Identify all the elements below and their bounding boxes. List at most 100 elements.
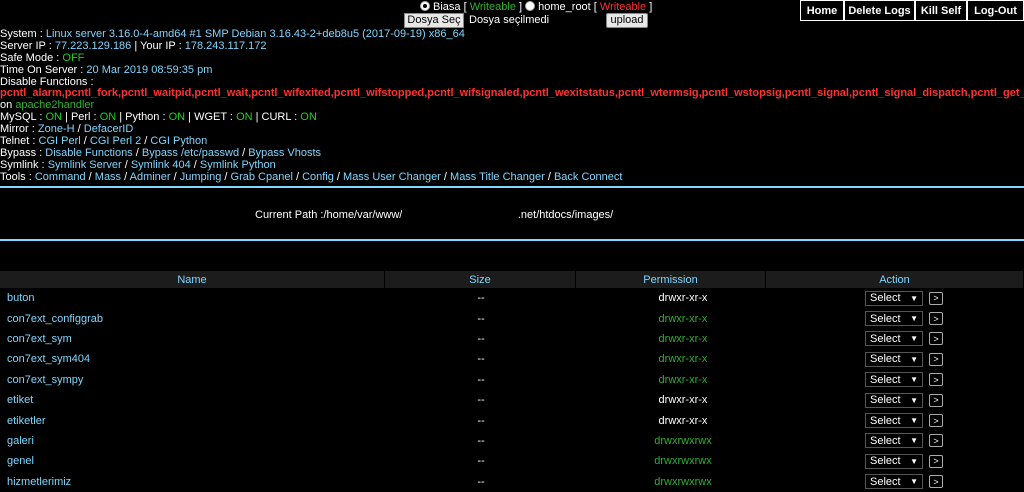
file-permission[interactable]: drwxr-xr-x	[602, 292, 764, 304]
file-name-link[interactable]: genel	[0, 455, 360, 467]
file-name-link[interactable]: etiket	[0, 394, 360, 406]
file-size: --	[477, 414, 485, 427]
file-size: --	[477, 353, 485, 366]
mirror-defacerid-link[interactable]: DefacerID	[84, 123, 134, 135]
upload-target-radios: Biasa [ Writeable ] home_root [ Writeabl…	[420, 1, 652, 13]
action-go-button[interactable]: >	[929, 332, 943, 346]
symlink-server-link[interactable]: Symlink Server	[48, 159, 122, 171]
curl-label: CURL :	[261, 111, 298, 124]
upload-button[interactable]: upload	[606, 13, 648, 28]
file-choose-button[interactable]: Dosya Seç	[404, 13, 464, 28]
file-permission[interactable]: drwxrwxrwx	[602, 476, 764, 488]
table-row: etiketler -- drwxr-xr-x Select ▼ >	[0, 410, 1024, 430]
radio-home-root[interactable]	[525, 1, 536, 11]
action-go-button[interactable]: >	[929, 312, 943, 326]
menu-delete-logs-button[interactable]: Delete Logs	[844, 0, 915, 21]
table-row: buton -- drwxr-xr-x Select ▼ >	[0, 288, 1024, 308]
action-go-button[interactable]: >	[929, 414, 943, 428]
file-permission[interactable]: drwxr-xr-x	[602, 415, 764, 427]
action-go-button[interactable]: >	[929, 475, 943, 489]
action-select-label: Select	[870, 292, 901, 305]
symlink-404-link[interactable]: Symlink 404	[131, 159, 191, 171]
file-permission[interactable]: drwxr-xr-x	[602, 313, 764, 325]
action-select[interactable]: Select ▼	[865, 290, 923, 306]
file-permission[interactable]: drwxr-xr-x	[602, 394, 764, 406]
disable-functions-list: pcntl_alarm,pcntl_fork,pcntl_waitpid,pcn…	[0, 87, 1024, 100]
telnet-cgi-perl2-link[interactable]: CGI Perl 2	[90, 135, 141, 147]
current-path-tail[interactable]: .net/htdocs/images/	[518, 209, 613, 221]
action-select-label: Select	[870, 475, 901, 488]
telnet-cgi-perl-link[interactable]: CGI Perl	[39, 135, 81, 147]
tools-line: Tools : Command / Mass / Adminer / Jumpi…	[0, 170, 623, 183]
action-go-button[interactable]: >	[929, 352, 943, 366]
chevron-down-icon: ▼	[910, 375, 918, 385]
action-go-button[interactable]: >	[929, 434, 943, 448]
symlink-python-link[interactable]: Symlink Python	[200, 159, 276, 171]
action-go-button[interactable]: >	[929, 393, 943, 407]
tool-mass-link[interactable]: Mass	[95, 171, 121, 183]
mirror-zoneh-link[interactable]: Zone-H	[38, 123, 75, 135]
action-go-button[interactable]: >	[929, 373, 943, 387]
action-select[interactable]: Select ▼	[865, 453, 923, 469]
file-permission[interactable]: drwxr-xr-x	[602, 333, 764, 345]
action-select-label: Select	[870, 455, 901, 468]
tool-adminer-link[interactable]: Adminer	[130, 171, 171, 183]
chevron-down-icon: ▼	[910, 354, 918, 364]
header-permission: Permission	[576, 271, 766, 288]
table-row: etiket -- drwxr-xr-x Select ▼ >	[0, 390, 1024, 410]
table-body: buton -- drwxr-xr-x Select ▼ > con7ext_configg…	[0, 288, 1024, 492]
file-size: --	[477, 434, 485, 447]
action-select-label: Select	[870, 414, 901, 427]
bypass-passwd-link[interactable]: Bypass /etc/passwd	[142, 147, 239, 159]
menu-logout-button[interactable]: Log-Out	[967, 0, 1024, 21]
file-permission[interactable]: drwxr-xr-x	[602, 353, 764, 365]
menu-kill-self-button[interactable]: Kill Self	[915, 0, 967, 21]
tool-mass-user-changer-link[interactable]: Mass User Changer	[343, 171, 441, 183]
tool-jumping-link[interactable]: Jumping	[180, 171, 222, 183]
file-name-link[interactable]: buton	[0, 292, 360, 304]
radio-biasa-label: Biasa	[433, 1, 461, 13]
file-name-link[interactable]: etiketler	[0, 415, 360, 427]
top-menu: Home Delete Logs Kill Self Log-Out	[800, 0, 1024, 21]
action-select[interactable]: Select ▼	[865, 311, 923, 327]
bypass-vhosts-link[interactable]: Bypass Vhosts	[248, 147, 321, 159]
file-permission[interactable]: drwxrwxrwx	[602, 435, 764, 447]
file-name-link[interactable]: con7ext_sym	[0, 333, 360, 345]
mirror-label: Mirror :	[0, 123, 35, 136]
radio-home-root-status: Writeable	[599, 1, 647, 13]
handler-value: apache2handler	[15, 99, 95, 112]
tool-back-connect-link[interactable]: Back Connect	[554, 171, 622, 183]
file-name-link[interactable]: con7ext_sym404	[0, 353, 360, 365]
action-go-button[interactable]: >	[929, 454, 943, 468]
action-select[interactable]: Select ▼	[865, 331, 923, 347]
menu-home-button[interactable]: Home	[800, 0, 844, 21]
action-go-button[interactable]: >	[929, 291, 943, 305]
action-select-label: Select	[870, 332, 901, 345]
file-name-link[interactable]: hizmetlerimiz	[0, 476, 360, 488]
radio-biasa[interactable]	[420, 1, 430, 11]
action-select[interactable]: Select ▼	[865, 392, 923, 408]
system-value: Linux server 3.16.0-4-amd64 #1 SMP Debia…	[45, 29, 465, 40]
telnet-cgi-python-link[interactable]: CGI Python	[150, 135, 207, 147]
chevron-down-icon: ▼	[910, 395, 918, 405]
tool-config-link[interactable]: Config	[302, 171, 334, 183]
tool-grab-cpanel-link[interactable]: Grab Cpanel	[231, 171, 293, 183]
file-name-link[interactable]: con7ext_configgrab	[0, 313, 360, 325]
action-select[interactable]: Select ▼	[865, 372, 923, 388]
tool-mass-title-changer-link[interactable]: Mass Title Changer	[450, 171, 545, 183]
file-name-link[interactable]: con7ext_sympy	[0, 374, 360, 386]
action-select[interactable]: Select ▼	[865, 433, 923, 449]
on-label: on	[0, 99, 13, 112]
file-action: Select ▼ >	[764, 413, 1024, 429]
action-select[interactable]: Select ▼	[865, 413, 923, 429]
wget-value: ON	[236, 111, 253, 124]
action-select-label: Select	[870, 373, 901, 386]
file-permission[interactable]: drwxrwxrwx	[602, 455, 764, 467]
file-permission[interactable]: drwxr-xr-x	[602, 374, 764, 386]
current-path-value[interactable]: /home/var/www/	[323, 209, 402, 221]
action-select[interactable]: Select ▼	[865, 474, 923, 490]
file-name-link[interactable]: galeri	[0, 435, 360, 447]
tool-command-link[interactable]: Command	[35, 171, 86, 183]
action-select[interactable]: Select ▼	[865, 351, 923, 367]
bypass-disable-functions-link[interactable]: Disable Functions	[45, 147, 132, 159]
